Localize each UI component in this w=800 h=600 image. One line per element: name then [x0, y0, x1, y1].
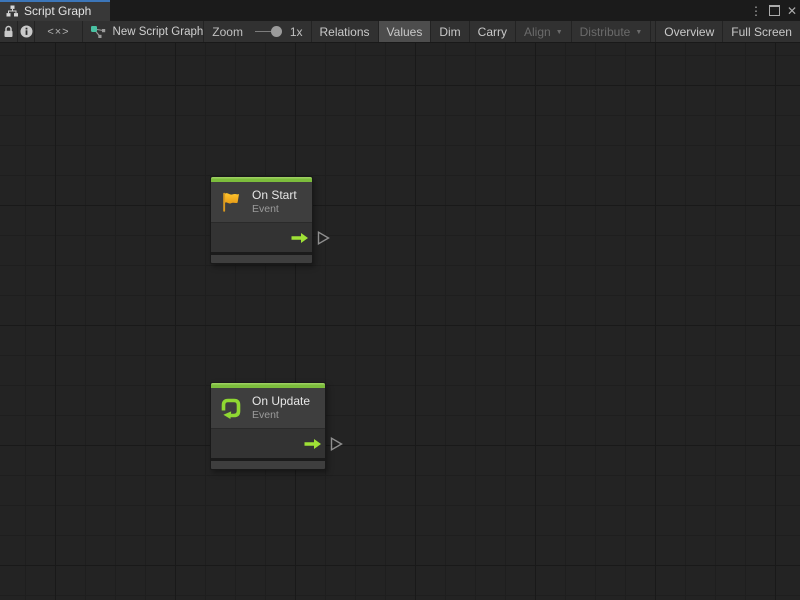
node-port-row [211, 222, 312, 252]
graph-name-section[interactable]: New Script Graph [83, 21, 205, 42]
tab-bar: Script Graph ⋮ ✕ [0, 0, 800, 21]
maximize-icon[interactable] [769, 5, 780, 16]
lock-icon [3, 25, 14, 38]
dim-button[interactable]: Dim [431, 21, 469, 42]
info-button[interactable] [18, 21, 36, 42]
zoom-control: Zoom 1x [204, 21, 311, 42]
overview-button[interactable]: Overview [655, 21, 723, 42]
menu-icon[interactable]: ⋮ [750, 5, 762, 17]
graph-node-icon [90, 25, 107, 39]
node-texts: On Start Event [252, 188, 297, 215]
exec-output-arrow-icon[interactable] [290, 232, 309, 244]
node-texts: On Update Event [252, 394, 310, 421]
node-subtitle: Event [252, 203, 297, 215]
align-button[interactable]: Align ▼ [516, 21, 572, 42]
node-on-update[interactable]: On Update Event [210, 382, 326, 470]
graph-canvas[interactable]: On Start Event On Update Event [0, 43, 800, 600]
info-icon [20, 25, 33, 38]
code-preview-button[interactable]: <×> [35, 21, 82, 42]
loop-icon [218, 395, 244, 421]
carry-button[interactable]: Carry [470, 21, 516, 42]
lock-button[interactable] [0, 21, 18, 42]
relations-button[interactable]: Relations [312, 21, 379, 42]
zoom-label: Zoom [212, 25, 243, 39]
window-controls: ⋮ ✕ [750, 0, 797, 21]
graph-name-label: New Script Graph [113, 26, 204, 38]
node-on-start[interactable]: On Start Event [210, 176, 313, 264]
node-port-row [211, 428, 325, 458]
graph-toolbar: <×> New Script Graph Zoom 1x Relations V… [0, 21, 800, 43]
fullscreen-button[interactable]: Full Screen [723, 21, 800, 42]
exec-output-port-icon[interactable] [316, 230, 331, 246]
node-title: On Update [252, 394, 310, 408]
tab-title: Script Graph [24, 4, 91, 18]
node-subtitle: Event [252, 409, 310, 421]
chevron-down-icon: ▼ [556, 29, 563, 36]
tab-script-graph[interactable]: Script Graph [0, 0, 110, 21]
zoom-value: 1x [290, 25, 303, 39]
distribute-label: Distribute [580, 25, 631, 39]
distribute-button[interactable]: Distribute ▼ [572, 21, 652, 42]
exec-output-arrow-icon[interactable] [303, 438, 322, 450]
node-title: On Start [252, 188, 297, 202]
values-button[interactable]: Values [379, 21, 432, 42]
exec-output-port-icon[interactable] [329, 436, 344, 452]
zoom-slider-handle[interactable] [271, 26, 282, 37]
node-footer [211, 458, 325, 469]
close-icon[interactable]: ✕ [787, 5, 797, 17]
align-label: Align [524, 25, 551, 39]
node-title-row: On Update Event [211, 388, 325, 428]
flag-icon [218, 189, 244, 215]
node-footer [211, 252, 312, 263]
node-title-row: On Start Event [211, 182, 312, 222]
zoom-slider[interactable] [255, 25, 282, 39]
graph-hierarchy-icon [6, 5, 19, 17]
chevron-down-icon: ▼ [635, 29, 642, 36]
